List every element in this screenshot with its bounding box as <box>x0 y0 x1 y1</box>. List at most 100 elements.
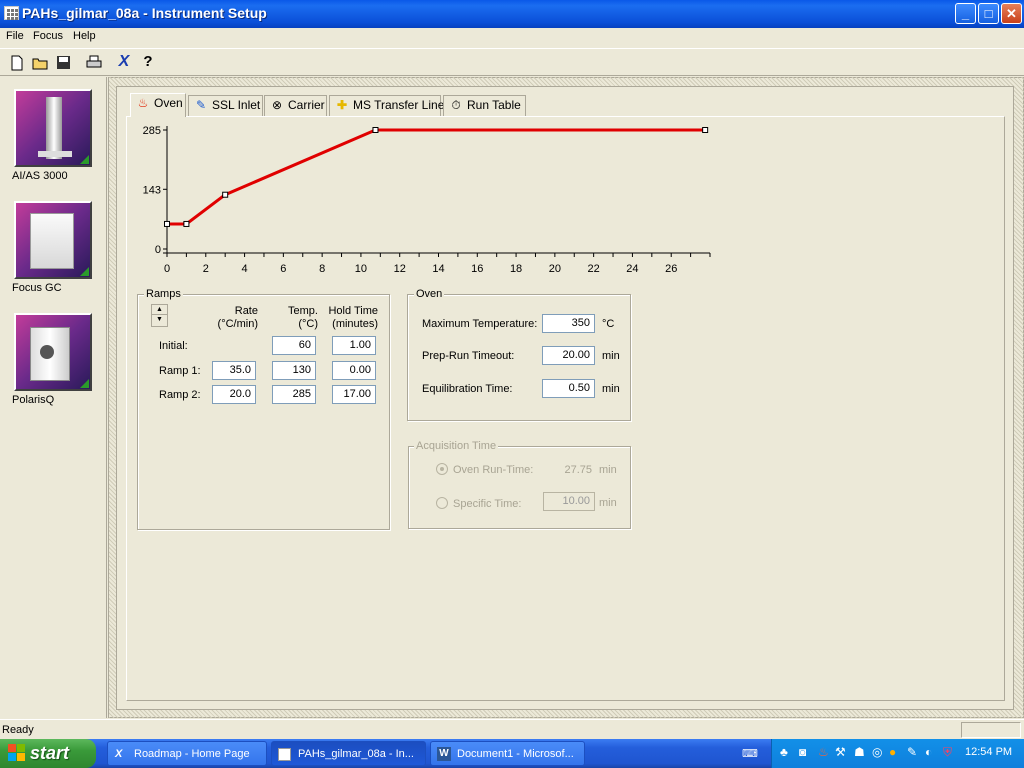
temperature-profile-line <box>167 128 706 226</box>
cut-button[interactable]: X <box>113 52 135 74</box>
tray-disk-icon[interactable]: ◎ <box>872 745 882 759</box>
print-button[interactable] <box>83 52 105 74</box>
instrument-focus-gc[interactable] <box>14 201 92 279</box>
taskbar: start X Roadmap - Home Page PAHs_gilmar_… <box>0 739 1024 768</box>
specific-time-radio[interactable] <box>436 497 448 509</box>
instrument-aias3000[interactable] <box>14 89 92 167</box>
tray-color-icon[interactable]: ● <box>889 745 896 759</box>
new-button[interactable] <box>6 52 28 74</box>
y-tick-label: 0 <box>155 244 161 256</box>
spin-down-icon[interactable]: ▼ <box>152 315 167 325</box>
tray-flame-icon[interactable]: ♨ <box>818 745 829 759</box>
tray-user-icon[interactable]: ☗ <box>854 745 865 759</box>
keyboard-icon[interactable]: ⌨ <box>742 747 758 760</box>
tray-network-icon[interactable]: ♣ <box>780 745 788 759</box>
temperature-point <box>222 191 229 198</box>
task-instrument-setup[interactable]: PAHs_gilmar_08a - In... <box>271 741 426 766</box>
help-button[interactable]: ? <box>137 52 159 74</box>
initial-temp-field[interactable]: 60 <box>272 336 316 355</box>
tray-search-icon[interactable]: ◙ <box>799 745 806 759</box>
ramp2-hold-field[interactable]: 17.00 <box>332 385 376 404</box>
x-tick-label: 0 <box>164 263 170 275</box>
tab-oven[interactable]: ♨ Oven <box>130 93 186 117</box>
open-button[interactable] <box>29 52 51 74</box>
ramp1-rate-field[interactable]: 35.0 <box>212 361 256 380</box>
instrument-label: PolarisQ <box>12 394 55 406</box>
hold-unit-header: (minutes) <box>332 318 378 330</box>
equilibration-label: Equilibration Time: <box>422 383 513 395</box>
menu-focus[interactable]: Focus <box>31 29 65 43</box>
ramp2-label: Ramp 2: <box>159 389 201 401</box>
x-tick-label: 10 <box>355 263 367 275</box>
x-tick-label: 14 <box>432 263 444 275</box>
temperature-point <box>372 127 379 133</box>
tray-globe-icon[interactable]: ◐ <box>925 745 932 759</box>
task-document1[interactable]: W Document1 - Microsof... <box>430 741 585 766</box>
temperature-point <box>183 220 190 227</box>
tab-carrier[interactable]: ⊗ Carrier <box>264 95 327 116</box>
save-icon <box>56 56 70 69</box>
specific-time-field[interactable]: 10.00 <box>543 492 595 511</box>
minimize-button[interactable]: _ <box>955 3 976 24</box>
y-tick-label: 285 <box>143 125 161 137</box>
ramp2-temp-field[interactable]: 285 <box>272 385 316 404</box>
prep-run-field[interactable]: 20.00 <box>542 346 595 365</box>
specific-time-unit: min <box>599 497 617 509</box>
open-icon <box>32 58 48 70</box>
temperature-point <box>702 127 709 133</box>
tray-tool-icon[interactable]: ⚒ <box>835 745 846 759</box>
app-icon <box>278 748 291 761</box>
ramp1-label: Ramp 1: <box>159 365 201 377</box>
tray-shield-icon[interactable]: ⛨ <box>943 745 952 760</box>
acquisition-group <box>408 446 631 529</box>
plus-icon: ✚ <box>336 98 348 112</box>
title-bar[interactable]: PAHs_gilmar_08a - Instrument Setup _ □ ✕ <box>0 0 1024 28</box>
tab-label: Carrier <box>288 98 325 112</box>
start-button[interactable]: start <box>0 739 96 768</box>
minimize-icon: _ <box>961 6 970 21</box>
x-tick-label: 20 <box>549 263 561 275</box>
close-icon: ✕ <box>1006 6 1017 21</box>
spin-up-icon[interactable]: ▲ <box>152 305 167 315</box>
tab-ms-transfer-line[interactable]: ✚ MS Transfer Line <box>329 95 444 116</box>
initial-hold-field[interactable]: 1.00 <box>332 336 376 355</box>
max-temp-field[interactable]: 350 <box>542 314 595 333</box>
x-tick-label: 6 <box>280 263 286 275</box>
tab-ssl-inlet[interactable]: ✎ SSL Inlet <box>188 95 263 116</box>
clock: 12:54 PM <box>965 746 1013 758</box>
menu-file[interactable]: File <box>4 29 26 43</box>
ramp2-rate-field[interactable]: 20.0 <box>212 385 256 404</box>
ramp1-hold-field[interactable]: 0.00 <box>332 361 376 380</box>
save-button[interactable] <box>52 52 74 74</box>
task-roadmap[interactable]: X Roadmap - Home Page <box>107 741 267 766</box>
x-tick-label: 4 <box>242 263 248 275</box>
help-icon: ? <box>143 53 153 70</box>
menu-help[interactable]: Help <box>71 29 98 43</box>
system-tray: ♣ ◙ ♨ ⚒ ☗ ◎ ● ✎ ◐ ⛨ 12:54 PM <box>771 739 1024 768</box>
close-button[interactable]: ✕ <box>1001 3 1022 24</box>
oven-runtime-label: Oven Run-Time: <box>453 464 534 476</box>
oven-temperature-chart: 01432850 2 4 6 8 10 12 14 16 18 20 22 24 26 <box>143 125 711 275</box>
instrument-label: Focus GC <box>12 282 62 294</box>
oven-runtime-value: 27.75 <box>564 464 592 476</box>
x-tick-label: 26 <box>665 263 677 275</box>
tab-label: SSL Inlet <box>212 98 261 112</box>
x-tick-label: 22 <box>588 263 600 275</box>
equilibration-field[interactable]: 0.50 <box>542 379 595 398</box>
carrier-icon: ⊗ <box>271 98 283 112</box>
tray-edit-icon[interactable]: ✎ <box>907 745 917 759</box>
instrument-polarisq[interactable] <box>14 313 92 391</box>
oven-group-title: Oven <box>414 288 445 300</box>
instrument-label: AI/AS 3000 <box>12 170 68 182</box>
tab-run-table[interactable]: ⏱ Run Table <box>443 95 526 116</box>
temp-header: Temp. <box>288 305 318 317</box>
maximize-button[interactable]: □ <box>978 3 999 24</box>
task-label: Roadmap - Home Page <box>134 748 250 760</box>
ramp-spinner[interactable]: ▲ ▼ <box>151 304 168 327</box>
start-label: start <box>30 743 70 763</box>
x-tick-label: 2 <box>203 263 209 275</box>
acquisition-group-title: Acquisition Time <box>414 440 499 452</box>
oven-runtime-radio[interactable] <box>436 463 448 475</box>
window-title: PAHs_gilmar_08a - Instrument Setup <box>22 5 267 21</box>
ramp1-temp-field[interactable]: 130 <box>272 361 316 380</box>
